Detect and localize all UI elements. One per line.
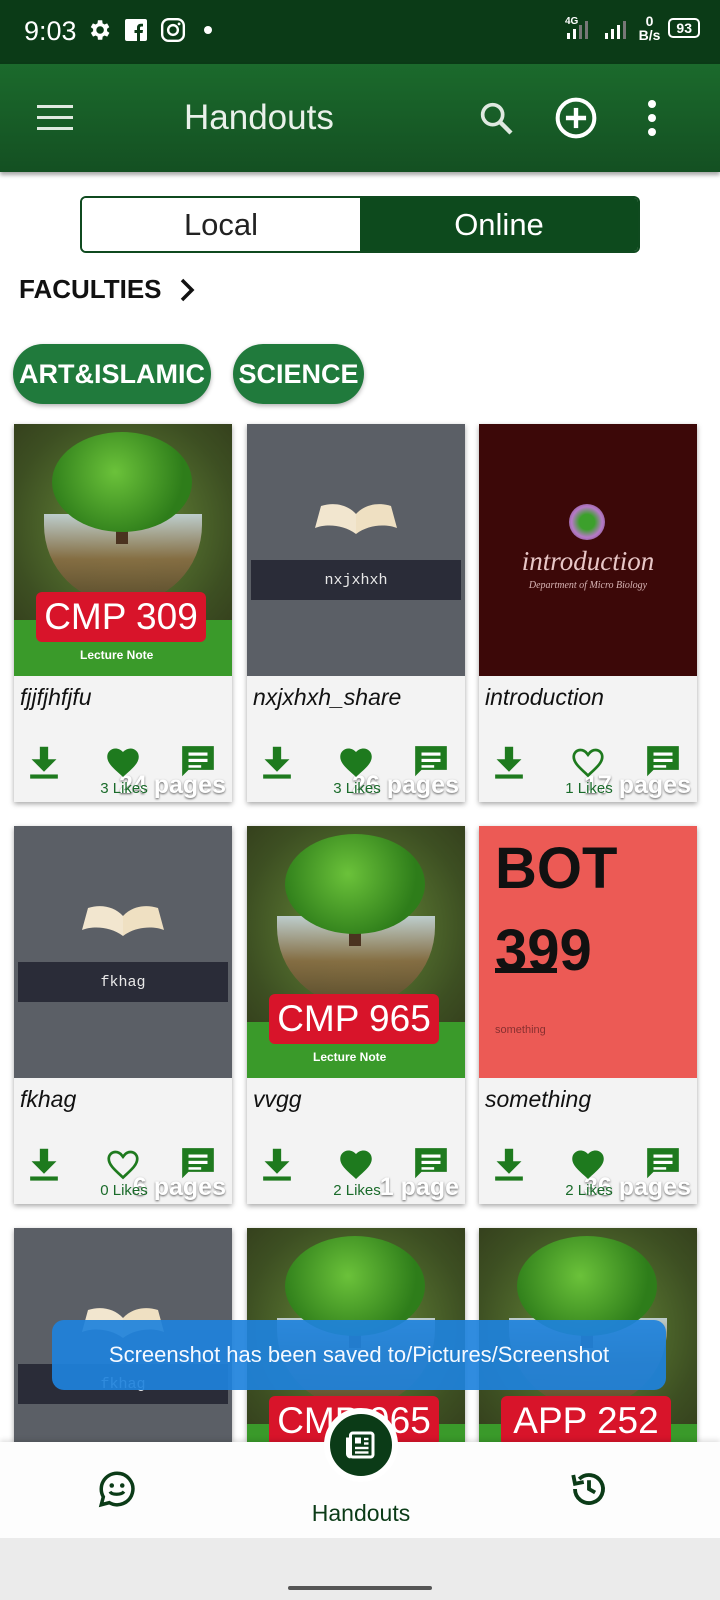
- likes-count: 2 Likes: [333, 1182, 381, 1199]
- like-heart-icon[interactable]: [99, 738, 147, 786]
- more-vert-icon[interactable]: [628, 94, 676, 142]
- hamburger-menu-icon[interactable]: [31, 94, 79, 142]
- cover-image: fkhag: [14, 826, 232, 1078]
- cover-caption: something: [495, 1024, 546, 1036]
- card-actions: 3 Likes: [14, 738, 232, 798]
- local-online-toggle: Local Online: [80, 196, 640, 253]
- faculties-header[interactable]: FACULTIES: [19, 274, 196, 305]
- cover-caption: Lecture Note: [80, 648, 154, 662]
- facebook-icon: [125, 19, 147, 41]
- handout-title: introduction: [485, 684, 604, 710]
- comment-icon[interactable]: [407, 1140, 455, 1188]
- handout-title: something: [485, 1086, 592, 1112]
- handout-title: nxjxhxh_share: [253, 684, 402, 710]
- like-heart-icon[interactable]: [332, 1140, 380, 1188]
- toggle-local-button[interactable]: Local: [82, 198, 360, 251]
- handout-title: fjjfjhfjfu: [20, 684, 92, 710]
- instagram-icon: [160, 17, 186, 43]
- comment-icon[interactable]: [407, 738, 455, 786]
- card-actions: 0 Likes: [14, 1140, 232, 1200]
- chip-science[interactable]: SCIENCE: [233, 344, 364, 404]
- cover-course-code: fkhag: [18, 962, 228, 1002]
- download-icon[interactable]: [253, 1140, 301, 1188]
- likes-count: 0 Likes: [100, 1182, 148, 1199]
- settings-icon: [90, 20, 110, 40]
- cover-course-code: CMP 965: [269, 994, 439, 1044]
- download-icon[interactable]: [253, 738, 301, 786]
- handout-card[interactable]: CMP 309 Lecture Note 24 pages fjjfjhfjfu 3 L…: [14, 424, 232, 802]
- chat-smile-icon[interactable]: [96, 1468, 138, 1515]
- status-bar: 9:03 4G 0 B/s 93: [0, 0, 720, 64]
- handout-card[interactable]: BOT 399 something 36 pages something 2 Likes: [479, 826, 697, 1204]
- page-title: Handouts: [184, 98, 334, 137]
- chip-art-islamic[interactable]: ART&ISLAMIC: [13, 344, 211, 404]
- cover-course-code: introduction: [521, 546, 655, 576]
- history-icon[interactable]: [568, 1468, 610, 1515]
- status-notification-icons: [86, 17, 212, 43]
- status-time: 9:03: [24, 16, 77, 46]
- notification-dot-icon: [204, 26, 212, 34]
- add-circle-icon[interactable]: [552, 94, 600, 142]
- app-bar: Handouts: [0, 64, 720, 172]
- comment-icon[interactable]: [639, 1140, 687, 1188]
- comment-icon[interactable]: [639, 738, 687, 786]
- cover-image: nxjxhxh: [247, 424, 465, 676]
- cover-course-code: CMP 309: [36, 592, 206, 642]
- card-actions: 2 Likes: [247, 1140, 465, 1200]
- card-actions: 2 Likes: [479, 1140, 697, 1200]
- battery-level: 93: [676, 20, 692, 36]
- handout-title: fkhag: [20, 1086, 77, 1112]
- handout-card[interactable]: introduction Department of Micro Biology 1…: [479, 424, 697, 802]
- handout-card[interactable]: nxjxhxh 26 pages nxjxhxh_share 3 Likes: [247, 424, 465, 802]
- home-indicator[interactable]: [288, 1586, 432, 1590]
- comment-icon[interactable]: [174, 1140, 222, 1188]
- screen: 9:03 4G 0 B/s 93 Handouts Local Online F…: [0, 0, 720, 1600]
- cover-course-code: APP 252: [501, 1396, 671, 1442]
- toast-message: Screenshot has been saved to/Pictures/Sc…: [52, 1320, 666, 1390]
- search-icon[interactable]: [472, 94, 520, 142]
- like-heart-icon[interactable]: [99, 1140, 147, 1188]
- network-type: 4G: [565, 16, 579, 27]
- system-navigation-bar: [0, 1538, 720, 1600]
- network-speed-value: 0: [645, 13, 654, 29]
- card-actions: 3 Likes: [247, 738, 465, 798]
- download-icon[interactable]: [485, 1140, 533, 1188]
- download-icon[interactable]: [485, 738, 533, 786]
- like-heart-icon[interactable]: [332, 738, 380, 786]
- battery-icon: 93: [668, 18, 700, 38]
- handout-card[interactable]: CMP 965 Lecture Note 1 page vvgg 2 Likes: [247, 826, 465, 1204]
- status-system-icons: 4G 0 B/s 93: [565, 14, 700, 42]
- chevron-right-icon: [180, 278, 195, 301]
- likes-count: 2 Likes: [565, 1182, 613, 1199]
- nav-label-handouts: Handouts: [311, 1500, 411, 1526]
- like-heart-icon[interactable]: [564, 738, 612, 786]
- cover-image: CMP 965 Lecture Note: [247, 826, 465, 1078]
- toggle-online-button[interactable]: Online: [360, 198, 638, 251]
- handout-title: vvgg: [253, 1086, 302, 1112]
- likes-count: 3 Likes: [100, 780, 148, 797]
- likes-count: 1 Likes: [565, 780, 613, 797]
- cover-caption: Department of Micro Biology: [528, 580, 648, 591]
- download-icon[interactable]: [20, 738, 68, 786]
- cover-image: BOT 399 something: [479, 826, 697, 1078]
- card-actions: 1 Likes: [479, 738, 697, 798]
- network-speed: 0 B/s: [639, 14, 661, 42]
- likes-count: 3 Likes: [333, 780, 381, 797]
- comment-icon[interactable]: [174, 738, 222, 786]
- cover-course-code: nxjxhxh: [251, 560, 461, 600]
- cover-image: introduction Department of Micro Biology: [479, 424, 697, 676]
- cover-caption: Lecture Note: [313, 1050, 387, 1064]
- network-speed-unit: B/s: [638, 27, 661, 43]
- faculties-label: FACULTIES: [19, 274, 162, 304]
- cover-image: CMP 309 Lecture Note: [14, 424, 232, 676]
- signal-icon: [604, 21, 626, 39]
- signal-4g-icon: 4G: [565, 16, 588, 39]
- like-heart-icon[interactable]: [564, 1140, 612, 1188]
- handout-card[interactable]: fkhag 6 pages fkhag 0 Likes: [14, 826, 232, 1204]
- handouts-icon: [346, 1431, 375, 1459]
- handouts-nav-button[interactable]: [324, 1408, 398, 1482]
- download-icon[interactable]: [20, 1140, 68, 1188]
